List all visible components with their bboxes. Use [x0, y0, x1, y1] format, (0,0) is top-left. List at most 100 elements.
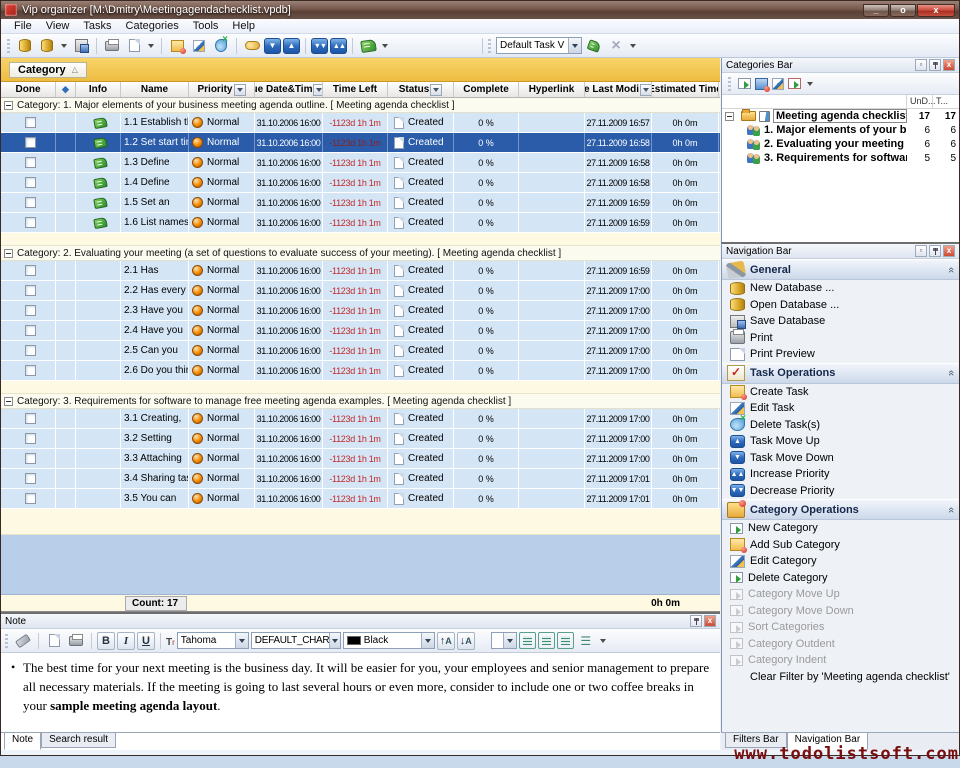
zoom-combo[interactable]	[491, 632, 517, 649]
task-move-up-icon[interactable]: ▲	[283, 38, 300, 54]
notes-icon[interactable]	[358, 36, 378, 56]
done-checkbox[interactable]	[25, 433, 36, 444]
new-category-icon[interactable]	[738, 78, 751, 89]
task-row[interactable]: 1.3 DefineNormal31.10.2006 16:00-1123d 1…	[1, 153, 720, 173]
pin-icon[interactable]	[690, 615, 702, 627]
categories-pin-icon[interactable]	[929, 59, 941, 71]
task-row[interactable]: 1.1 Establish theNormal31.10.2006 16:00-…	[1, 113, 720, 133]
open-database-dropdown-icon[interactable]	[61, 44, 67, 48]
create-task-icon[interactable]	[167, 36, 187, 56]
eraser-icon[interactable]	[13, 631, 33, 651]
char-style-combo[interactable]: DEFAULT_CHAR	[251, 632, 341, 649]
tree-root-row[interactable]: Meeting agenda checklist1717	[722, 109, 959, 123]
print-preview-icon[interactable]	[124, 36, 144, 56]
font-color-combo[interactable]: Black	[343, 632, 435, 649]
group-by-chip-category[interactable]: Category △	[9, 62, 87, 78]
column-header-name[interactable]: Name	[121, 82, 189, 97]
tab-note[interactable]: Note	[4, 733, 41, 750]
open-database-icon[interactable]	[37, 36, 57, 56]
done-checkbox[interactable]	[25, 453, 36, 464]
nav-item-task-move-up[interactable]: ▲Task Move Up	[722, 433, 959, 450]
categories-dock-icon[interactable]: ▫	[915, 59, 927, 71]
bullet-list-icon[interactable]: ☰	[576, 631, 596, 651]
minimize-button[interactable]: _	[863, 4, 889, 17]
navigation-pin-icon[interactable]	[929, 245, 941, 257]
close-button[interactable]: x	[917, 4, 955, 17]
filter-dropdown-icon[interactable]	[640, 84, 652, 96]
collapse-icon[interactable]	[4, 249, 13, 258]
task-row[interactable]: 1.4 DefineNormal31.10.2006 16:00-1123d 1…	[1, 173, 720, 193]
nav-item-add-sub-category[interactable]: Add Sub Category	[722, 537, 959, 554]
print-icon[interactable]	[102, 36, 122, 56]
done-checkbox[interactable]	[25, 345, 36, 356]
tree-category-row[interactable]: 2. Evaluating your meeting (a se66	[722, 137, 959, 151]
column-header-hyperlink[interactable]: Hyperlink	[519, 82, 585, 97]
bold-button[interactable]	[97, 632, 115, 650]
category-group-header[interactable]: Category: 2. Evaluating your meeting (a …	[1, 246, 720, 261]
task-row[interactable]: 2.1 HasNormal31.10.2006 16:00-1123d 1h 1…	[1, 261, 720, 281]
done-checkbox[interactable]	[25, 177, 36, 188]
task-row[interactable]: 2.6 Do you thinkNormal31.10.2006 16:00-1…	[1, 361, 720, 381]
task-row[interactable]: 1.2 Set start timeNormal31.10.2006 16:00…	[1, 133, 720, 153]
edit-task-icon[interactable]	[189, 36, 209, 56]
task-row[interactable]: 1.5 Set anNormal31.10.2006 16:00-1123d 1…	[1, 193, 720, 213]
view-dropdown-icon[interactable]	[630, 44, 636, 48]
new-database-icon[interactable]	[15, 36, 35, 56]
column-header-flag[interactable]: ◆	[56, 82, 76, 97]
column-header-priority[interactable]: Priority	[189, 82, 255, 97]
done-checkbox[interactable]	[25, 305, 36, 316]
nav-item-clear-filter-by-meeting-agenda-checklist[interactable]: Clear Filter by 'Meeting agenda checklis…	[722, 669, 959, 686]
navigation-close-icon[interactable]: x	[943, 245, 955, 257]
column-header-ue-date-tim[interactable]: ue Date&Tim	[255, 82, 323, 97]
maximize-button[interactable]: o	[890, 4, 916, 17]
task-row[interactable]: 2.2 Has everyNormal31.10.2006 16:00-1123…	[1, 281, 720, 301]
done-checkbox[interactable]	[25, 473, 36, 484]
menu-categories[interactable]: Categories	[119, 20, 186, 32]
category-group-header[interactable]: Category: 1. Major elements of your busi…	[1, 98, 720, 113]
done-checkbox[interactable]	[25, 117, 36, 128]
task-view-combo-dropdown-icon[interactable]	[568, 38, 581, 53]
menu-tools[interactable]: Tools	[186, 20, 226, 32]
column-header-status[interactable]: Status	[388, 82, 454, 97]
nav-item-edit-category[interactable]: Edit Category	[722, 553, 959, 570]
done-checkbox[interactable]	[25, 157, 36, 168]
collapse-chevron-icon[interactable]: «	[945, 506, 957, 512]
navigation-dock-icon[interactable]: ▫	[915, 245, 927, 257]
task-row[interactable]: 3.4 Sharing tasksNormal31.10.2006 16:00-…	[1, 469, 720, 489]
filter-dropdown-icon[interactable]	[430, 84, 442, 96]
collapse-icon[interactable]	[4, 397, 13, 406]
save-database-icon[interactable]	[71, 36, 91, 56]
task-row[interactable]: 3.3 AttachingNormal31.10.2006 16:00-1123…	[1, 449, 720, 469]
nav-item-delete-category[interactable]: Delete Category	[722, 570, 959, 587]
collapse-chevron-icon[interactable]: «	[945, 370, 957, 376]
categories-close-icon[interactable]: x	[943, 59, 955, 71]
task-view-combo[interactable]: Default Task V	[496, 37, 582, 54]
decrease-priority-icon[interactable]: ▼▼	[311, 38, 328, 54]
categories-toolbar-dropdown-icon[interactable]	[807, 82, 813, 86]
tree-category-row[interactable]: 1. Major elements of your busine66	[722, 123, 959, 137]
menu-tasks[interactable]: Tasks	[76, 20, 118, 32]
task-row[interactable]: 2.5 Can youNormal31.10.2006 16:00-1123d …	[1, 341, 720, 361]
underline-button[interactable]	[137, 632, 155, 650]
column-header-complete[interactable]: Complete	[454, 82, 519, 97]
tree-collapse-icon[interactable]	[725, 112, 734, 121]
done-checkbox[interactable]	[25, 197, 36, 208]
delete-category-icon[interactable]	[788, 78, 801, 89]
task-move-down-icon[interactable]: ▼	[264, 38, 281, 54]
task-row[interactable]: 3.2 SettingNormal31.10.2006 16:00-1123d …	[1, 429, 720, 449]
nav-item-new-database[interactable]: New Database ...	[722, 280, 959, 297]
view-task-icon[interactable]	[242, 36, 262, 56]
edit-category-icon[interactable]	[772, 78, 784, 90]
menu-help[interactable]: Help	[225, 20, 262, 32]
nav-item-edit-task[interactable]: Edit Task	[722, 400, 959, 417]
collapse-chevron-icon[interactable]: «	[945, 266, 957, 272]
nav-item-decrease-priority[interactable]: ▼▼Decrease Priority	[722, 483, 959, 500]
column-header-estimated-time[interactable]: Estimated Time	[652, 82, 719, 97]
task-row[interactable]: 3.5 You canNormal31.10.2006 16:00-1123d …	[1, 489, 720, 509]
tree-category-row[interactable]: 3. Requirements for software to r55	[722, 151, 959, 165]
nav-item-new-category[interactable]: New Category	[722, 520, 959, 537]
note-content[interactable]: • The best time for your next meeting is…	[1, 653, 720, 731]
print-dropdown-icon[interactable]	[148, 44, 154, 48]
section-header-category-operations[interactable]: Category Operations«	[722, 499, 959, 520]
menu-view[interactable]: View	[39, 20, 77, 32]
